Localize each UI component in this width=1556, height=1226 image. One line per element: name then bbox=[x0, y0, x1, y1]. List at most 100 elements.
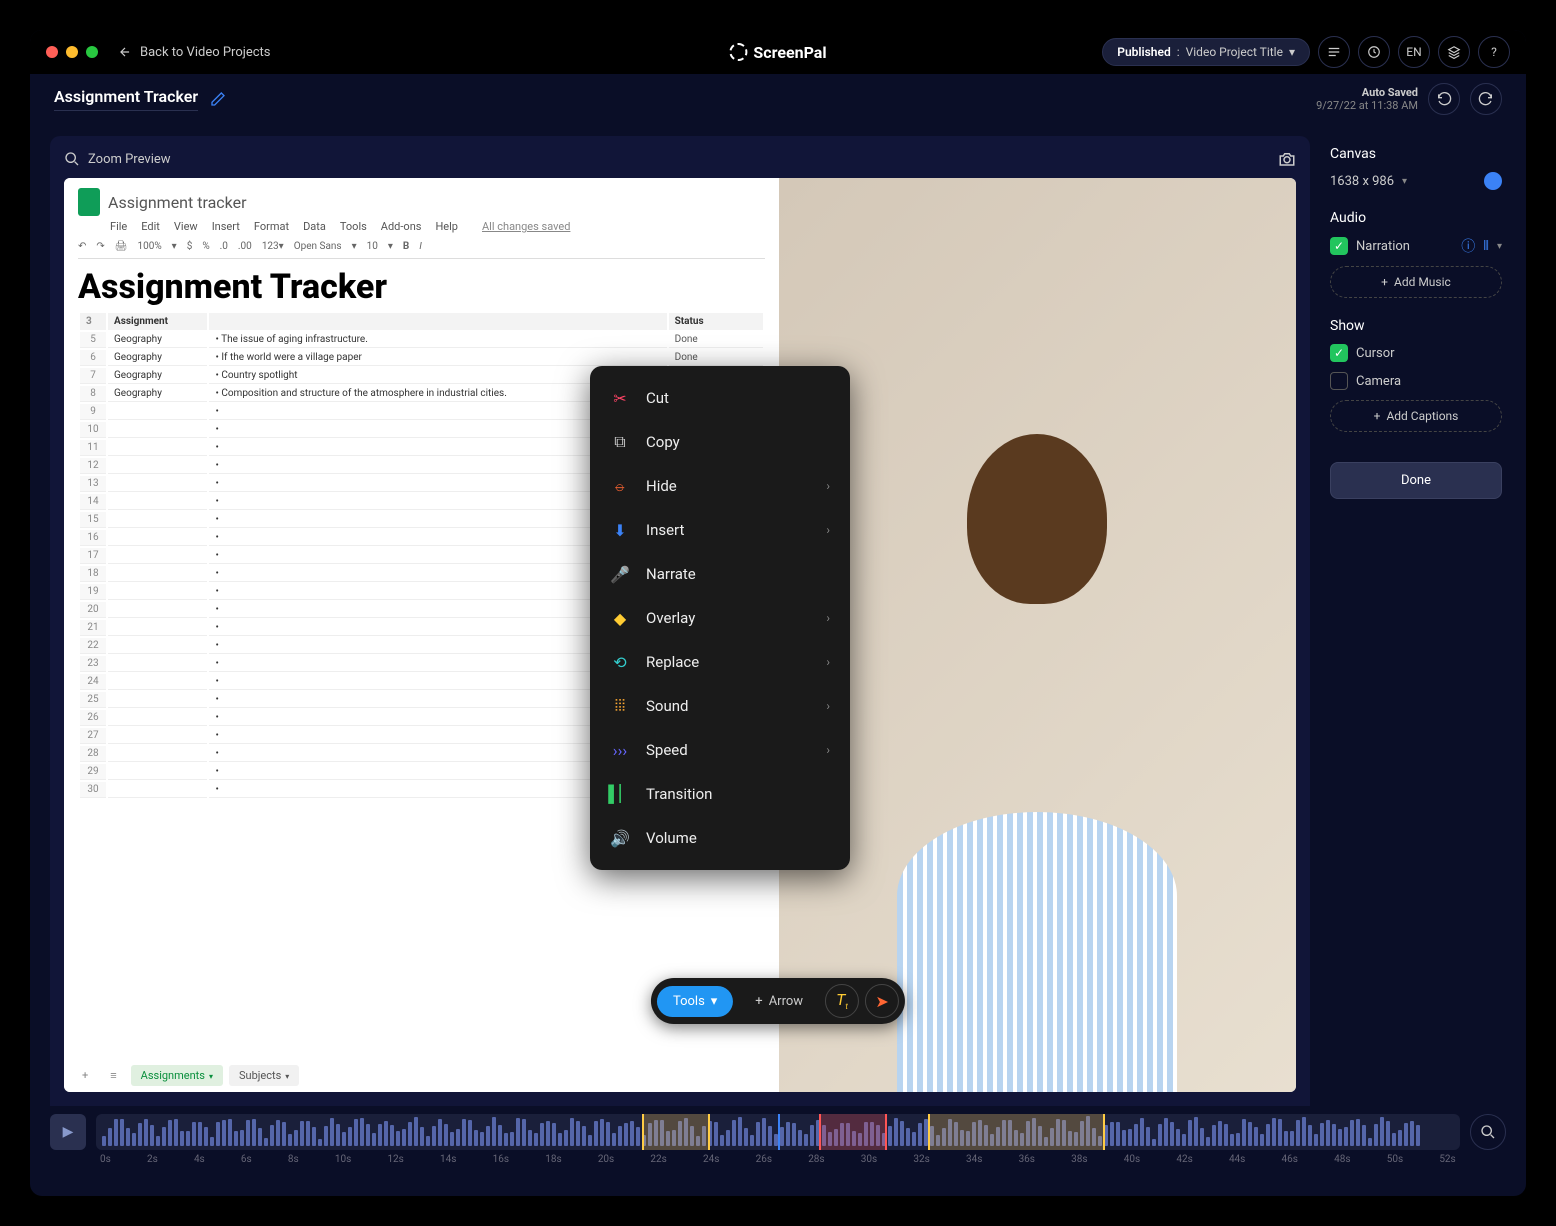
chevron-down-icon: ▾ bbox=[711, 994, 718, 1009]
ctx-volume[interactable]: 🔊 Volume bbox=[590, 816, 850, 860]
ctx-overlay[interactable]: ◆Overlay› bbox=[590, 596, 850, 640]
hide-icon: ⦵ bbox=[610, 476, 630, 496]
selection-2[interactable] bbox=[819, 1114, 887, 1150]
narration-label: Narration bbox=[1356, 239, 1410, 254]
webcam-feed bbox=[779, 178, 1296, 1092]
chevron-right-icon: › bbox=[826, 655, 830, 669]
canvas-color-picker[interactable] bbox=[1484, 172, 1502, 190]
tools-button[interactable]: Tools ▾ bbox=[657, 986, 733, 1017]
canvas-dimensions[interactable]: 1638 x 986 bbox=[1330, 174, 1394, 189]
question-icon: ? bbox=[1491, 45, 1497, 59]
back-link[interactable]: Back to Video Projects bbox=[118, 45, 271, 60]
redo-icon bbox=[1478, 91, 1494, 107]
show-camera-label: Camera bbox=[1356, 374, 1401, 389]
undo-icon bbox=[1436, 91, 1452, 107]
ctx-label: Replace bbox=[646, 653, 699, 671]
sheet-menu: FileEditViewInsertFormatDataToolsAdd-ons… bbox=[110, 220, 765, 233]
timeline-ticks: 0s2s4s6s8s10s12s14s16s18s20s22s24s26s28s… bbox=[50, 1154, 1506, 1165]
help-button[interactable]: ? bbox=[1478, 36, 1510, 68]
chevron-down-icon[interactable]: ▾ bbox=[1497, 241, 1502, 252]
chevron-down-icon[interactable]: ▾ bbox=[1402, 176, 1407, 187]
info-icon[interactable]: ⓘ bbox=[1461, 236, 1475, 256]
language-button[interactable]: EN bbox=[1398, 36, 1430, 68]
redo-button[interactable] bbox=[1470, 83, 1502, 115]
sheet-toolbar: ↶↷🖨100%▾$%.0.00123▾ Open Sans▾10▾BI bbox=[78, 237, 765, 259]
add-sheet[interactable]: + bbox=[74, 1065, 96, 1086]
camera-button[interactable] bbox=[1278, 150, 1296, 168]
ctx-label: Overlay bbox=[646, 609, 695, 627]
main-area: Zoom Preview Assignment tracker FileEdit… bbox=[30, 124, 1526, 1106]
brand-logo: ScreenPal bbox=[729, 43, 826, 62]
ctx-copy[interactable]: ⧉Copy bbox=[590, 420, 850, 464]
cursor-tool-button[interactable]: ➤ bbox=[865, 984, 899, 1018]
chevron-right-icon: › bbox=[826, 699, 830, 713]
sound-icon: ⦙⦙⦙ bbox=[610, 696, 630, 716]
arrow-left-icon bbox=[118, 45, 132, 59]
sheets-icon bbox=[78, 188, 100, 216]
pencil-icon bbox=[210, 91, 226, 107]
plus-icon: + bbox=[755, 994, 762, 1009]
playhead[interactable] bbox=[778, 1114, 780, 1150]
publish-dropdown[interactable]: Published: Video Project Title ▾ bbox=[1102, 38, 1310, 66]
plus-icon: + bbox=[1381, 275, 1388, 289]
sheet-tabs: + ≡ Assignments▾ Subjects▾ bbox=[74, 1065, 299, 1086]
magnify-icon[interactable] bbox=[64, 151, 80, 167]
timeline-track[interactable] bbox=[96, 1114, 1460, 1150]
ctx-label: Hide bbox=[646, 477, 677, 495]
project-title[interactable]: Assignment Tracker bbox=[54, 87, 198, 111]
ctx-label: Insert bbox=[646, 521, 684, 539]
selection-3[interactable] bbox=[928, 1114, 1105, 1150]
history-button[interactable] bbox=[1358, 36, 1390, 68]
selection-1[interactable] bbox=[642, 1114, 710, 1150]
audio-section-title: Audio bbox=[1330, 210, 1502, 226]
chevron-down-icon: ▾ bbox=[1289, 45, 1295, 59]
layers-icon bbox=[1447, 45, 1461, 59]
tab-subjects[interactable]: Subjects▾ bbox=[229, 1065, 299, 1086]
replace-icon: ⟲ bbox=[610, 652, 630, 672]
ctx-narrate[interactable]: 🎤Narrate bbox=[590, 552, 850, 596]
ctx-replace[interactable]: ⟲ Replace › bbox=[590, 640, 850, 684]
maximize-window[interactable] bbox=[86, 46, 98, 58]
zoom-label[interactable]: Zoom Preview bbox=[88, 152, 171, 167]
publish-title: Video Project Title bbox=[1186, 45, 1283, 59]
ctx-label: Cut bbox=[646, 389, 669, 407]
ctx-sound[interactable]: ⦙⦙⦙Sound› bbox=[590, 684, 850, 728]
list-button[interactable] bbox=[1318, 36, 1350, 68]
ctx-cut[interactable]: ✂Cut bbox=[590, 376, 850, 420]
close-window[interactable] bbox=[46, 46, 58, 58]
plus-icon: + bbox=[1374, 409, 1381, 423]
chevron-right-icon: › bbox=[826, 743, 830, 757]
text-tool-button[interactable]: Tt bbox=[825, 984, 859, 1018]
layers-button[interactable] bbox=[1438, 36, 1470, 68]
ctx-label: Speed bbox=[646, 741, 688, 759]
cursor-checkbox[interactable]: ✓ bbox=[1330, 344, 1348, 362]
chevron-right-icon: › bbox=[826, 479, 830, 493]
ctx-hide[interactable]: ⦵ Hide › bbox=[590, 464, 850, 508]
undo-button[interactable] bbox=[1428, 83, 1460, 115]
brand-text: ScreenPal bbox=[753, 43, 826, 62]
minimize-window[interactable] bbox=[66, 46, 78, 58]
edit-title-button[interactable] bbox=[210, 91, 226, 107]
ctx-transition[interactable]: ▌▏Transition bbox=[590, 772, 850, 816]
arrow-button[interactable]: + Arrow bbox=[739, 986, 819, 1017]
add-captions-button[interactable]: +Add Captions bbox=[1330, 400, 1502, 432]
ctx-label: Volume bbox=[646, 829, 697, 847]
narration-checkbox[interactable]: ✓ bbox=[1330, 237, 1348, 255]
camera-checkbox[interactable] bbox=[1330, 372, 1348, 390]
done-button[interactable]: Done bbox=[1330, 462, 1502, 499]
audio-level-icon[interactable]: ⦀ bbox=[1483, 239, 1489, 254]
ctx-label: Narrate bbox=[646, 565, 696, 583]
ctx-speed[interactable]: ›››Speed› bbox=[590, 728, 850, 772]
logo-icon bbox=[729, 43, 747, 61]
volume-icon: 🔊 bbox=[610, 828, 630, 848]
sheet-menu-btn[interactable]: ≡ bbox=[102, 1065, 124, 1086]
timeline-zoom-button[interactable] bbox=[1470, 1114, 1506, 1150]
magnify-icon bbox=[1480, 1124, 1496, 1140]
tab-assignments[interactable]: Assignments▾ bbox=[131, 1065, 223, 1086]
lang-text: EN bbox=[1406, 45, 1421, 59]
add-music-button[interactable]: +Add Music bbox=[1330, 266, 1502, 298]
ctx-insert[interactable]: ⬇Insert› bbox=[590, 508, 850, 552]
back-label: Back to Video Projects bbox=[140, 45, 271, 60]
overlay-icon: ◆ bbox=[610, 608, 630, 628]
play-button[interactable]: ▶ bbox=[50, 1114, 86, 1150]
